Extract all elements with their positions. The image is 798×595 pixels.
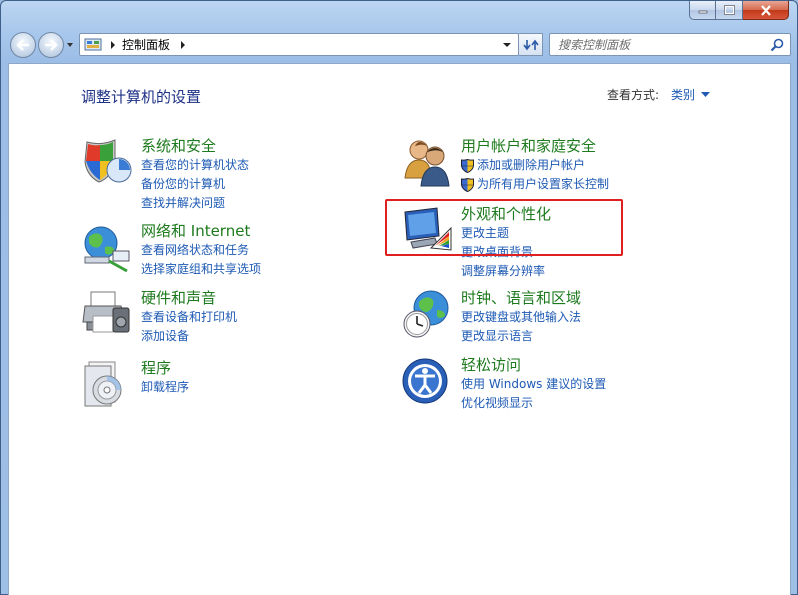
users-icon[interactable] [401,136,453,188]
maximize-icon [723,5,735,15]
search-icon[interactable] [770,38,784,52]
category-title-ease-of-access[interactable]: 轻松访问 [461,355,606,375]
programs-disc-icon[interactable] [81,358,133,410]
category-title-programs[interactable]: 程序 [141,358,189,378]
category-title-system-security[interactable]: 系统和安全 [141,136,249,156]
view-by-label: 查看方式: [607,88,660,102]
clock-globe-icon[interactable] [401,288,453,340]
uac-shield-icon [461,158,474,173]
link-uninstall-program[interactable]: 卸载程序 [141,378,189,397]
category-network: 网络和 Internet 查看网络状态和任务 选择家庭组和共享选项 [81,221,261,279]
category-ease-of-access: 轻松访问 使用 Windows 建议的设置 优化视频显示 [401,355,606,413]
link-homegroup-sharing[interactable]: 选择家庭组和共享选项 [141,260,261,279]
refresh-button[interactable] [519,33,543,56]
category-title-network[interactable]: 网络和 Internet [141,221,261,241]
arrow-left-icon [16,39,29,51]
uac-shield-icon [461,177,474,192]
category-hardware-sound: 硬件和声音 查看设备和打印机 添加设备 [81,288,237,346]
link-backup-computer[interactable]: 备份您的计算机 [141,175,249,194]
link-troubleshoot[interactable]: 查找并解决问题 [141,194,249,213]
control-panel-window: 控制面板 调整计算机的设置 查看方式: 类别 [0,0,798,595]
breadcrumb-control-panel[interactable]: 控制面板 [122,36,170,53]
link-change-keyboards[interactable]: 更改键盘或其他输入法 [461,308,581,327]
close-button[interactable] [743,1,789,20]
recent-pages-dropdown-icon[interactable] [65,39,75,51]
link-parental-controls-label[interactable]: 为所有用户设置家长控制 [477,175,609,194]
network-globe-icon[interactable] [81,221,133,273]
category-clock-language-region: 时钟、语言和区域 更改键盘或其他输入法 更改显示语言 [401,288,581,346]
link-optimize-visual-display[interactable]: 优化视频显示 [461,394,606,413]
content-pane: 调整计算机的设置 查看方式: 类别 系统和安全 查看您的计算机状态 备份您的计算… [8,63,791,595]
address-bar[interactable]: 控制面板 [79,33,519,56]
window-caption-buttons [689,1,789,20]
chevron-down-icon[interactable] [701,91,711,98]
minimize-button[interactable] [689,1,716,20]
category-user-accounts: 用户帐户和家庭安全 添加或删除用户帐户 为所有用户设置家长控制 [401,136,609,194]
shield-icon[interactable] [81,136,133,188]
address-dropdown-icon[interactable] [502,40,512,50]
page-title: 调整计算机的设置 [81,88,202,106]
maximize-button[interactable] [716,1,743,20]
category-system-security: 系统和安全 查看您的计算机状态 备份您的计算机 查找并解决问题 [81,136,249,213]
refresh-icon [522,39,539,50]
link-add-device[interactable]: 添加设备 [141,327,237,346]
link-add-remove-accounts[interactable]: 添加或删除用户帐户 [461,156,609,175]
link-change-display-language[interactable]: 更改显示语言 [461,327,581,346]
minimize-icon [698,10,707,14]
arrow-right-icon [45,39,58,51]
search-input[interactable] [558,37,768,52]
link-view-network-status[interactable]: 查看网络状态和任务 [141,241,261,260]
category-title-user-accounts[interactable]: 用户帐户和家庭安全 [461,136,609,156]
breadcrumb-separator-icon[interactable] [108,40,118,50]
ease-of-access-icon[interactable] [401,355,453,407]
close-icon [760,4,771,16]
control-panel-icon [84,38,102,50]
view-by-dropdown[interactable]: 类别 [671,86,695,103]
view-by: 查看方式: 类别 [607,86,711,103]
link-devices-printers[interactable]: 查看设备和打印机 [141,308,237,327]
category-title-hardware-sound[interactable]: 硬件和声音 [141,288,237,308]
annotation-highlight-box [385,199,623,256]
back-button[interactable] [10,32,36,58]
category-programs: 程序 卸载程序 [81,358,189,410]
printer-icon[interactable] [81,288,133,340]
breadcrumb-separator-icon[interactable] [178,40,188,50]
search-box[interactable] [549,33,791,56]
link-parental-controls[interactable]: 为所有用户设置家长控制 [461,175,609,194]
category-title-clock-language-region[interactable]: 时钟、语言和区域 [461,288,581,308]
forward-button[interactable] [38,32,64,58]
link-view-computer-status[interactable]: 查看您的计算机状态 [141,156,249,175]
link-windows-recommended-settings[interactable]: 使用 Windows 建议的设置 [461,375,606,394]
link-add-remove-accounts-label[interactable]: 添加或删除用户帐户 [477,156,585,175]
link-adjust-resolution[interactable]: 调整屏幕分辨率 [461,262,551,281]
